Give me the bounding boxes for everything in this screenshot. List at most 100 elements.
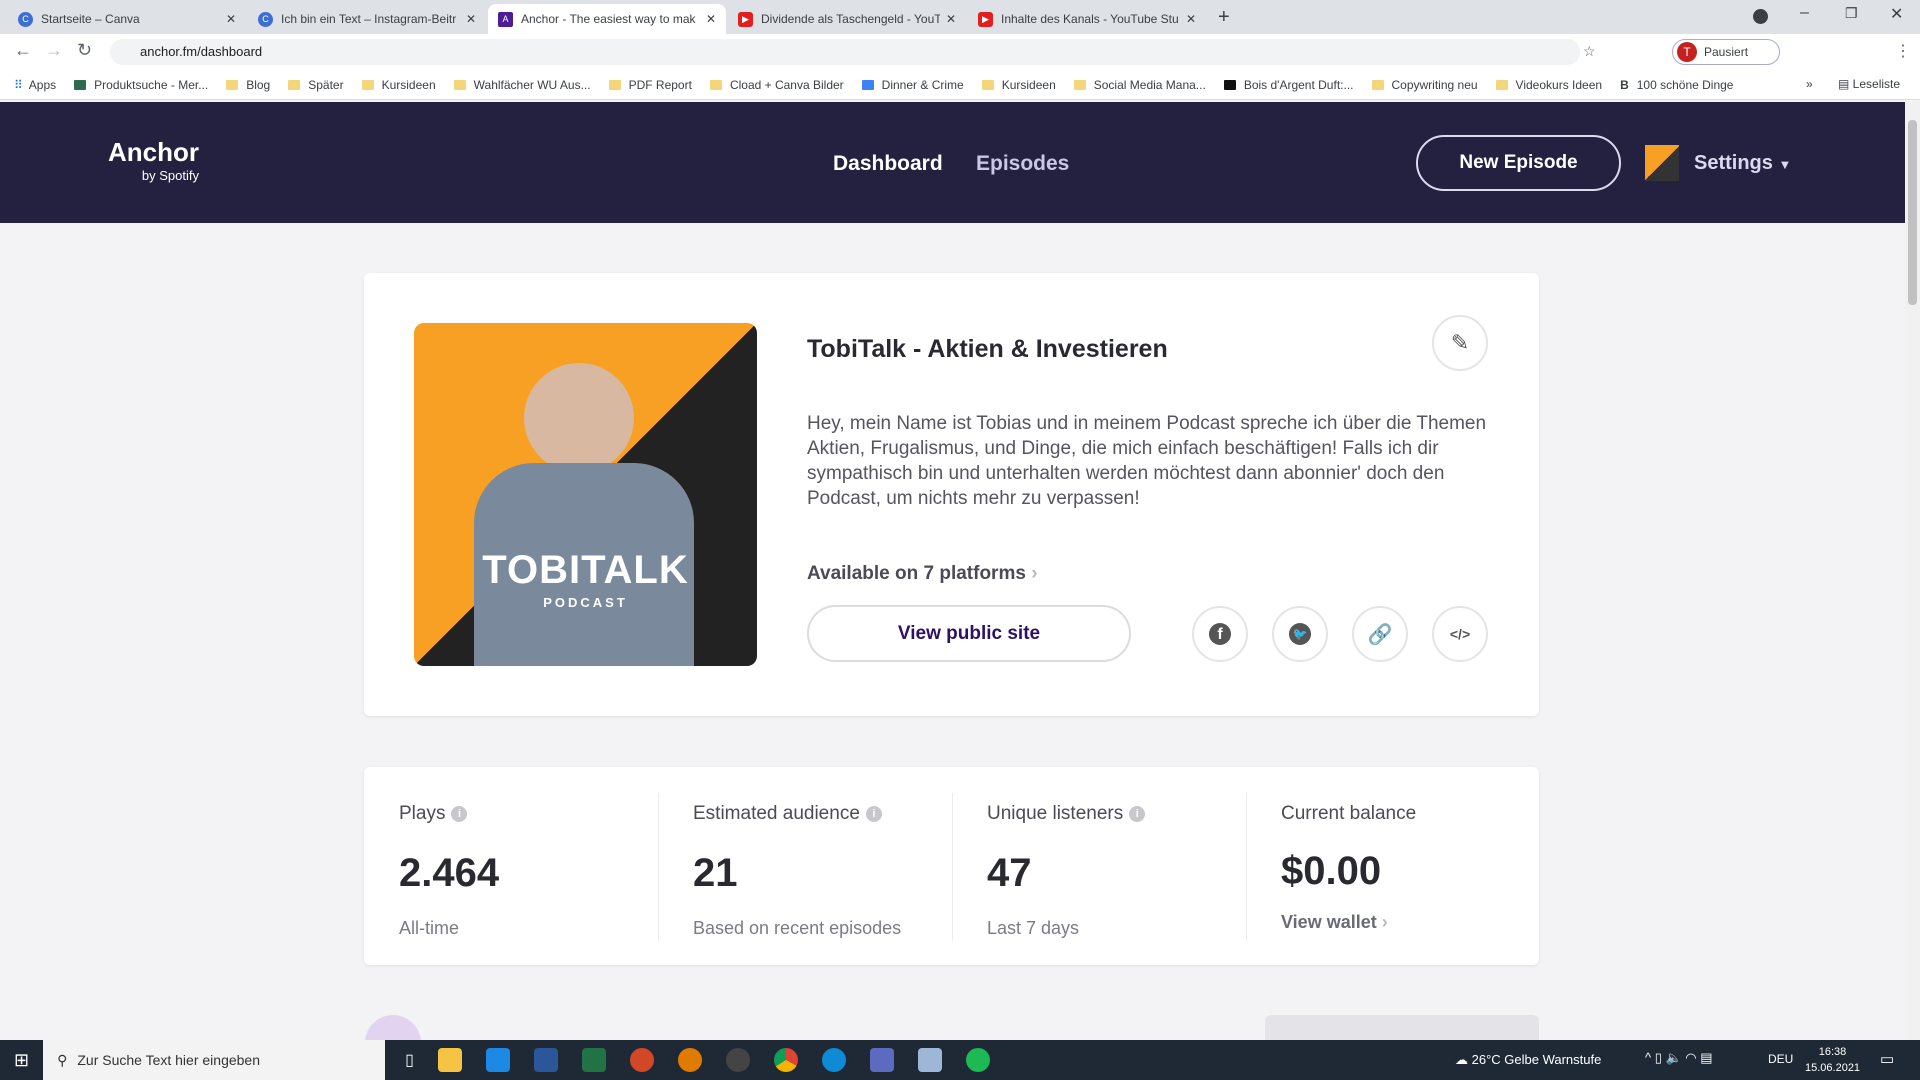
close-window-icon[interactable]: ✕ [1890, 4, 1903, 24]
profile-button[interactable]: Pausiert [1672, 39, 1780, 65]
bookmark[interactable]: Videokurs Ideen [1495, 78, 1602, 92]
code-icon: </> [1449, 626, 1471, 642]
tab-youtube-dividende[interactable]: ▶ Dividende als Taschengeld - YouT ✕ [728, 4, 966, 34]
menu-icon[interactable]: ⋮ [1895, 41, 1911, 61]
share-twitter-button[interactable]: 🐦 [1272, 606, 1328, 662]
bookmark-apps[interactable]: ⠿ Apps [14, 78, 56, 92]
close-tab-icon[interactable]: ✕ [1186, 12, 1196, 26]
settings-menu[interactable]: Settings ▼ [1694, 152, 1791, 175]
anchor-logo[interactable]: Anchor by Spotify [108, 137, 199, 183]
edit-button[interactable]: ✎ [1432, 315, 1488, 371]
stat-value: $0.00 [1281, 849, 1382, 893]
bookmark[interactable]: Dinner & Crime [861, 78, 964, 92]
weather-widget[interactable]: ☁ 26°C Gelbe Warnstufe [1455, 1052, 1601, 1068]
cover-person-head [524, 363, 634, 473]
view-public-site-button[interactable]: View public site [807, 605, 1131, 662]
cover-subtitle: PODCAST [543, 595, 628, 610]
embed-button[interactable]: </> [1432, 606, 1488, 662]
mail-icon[interactable] [485, 1048, 510, 1072]
restore-icon[interactable]: ❐ [1845, 5, 1858, 22]
nav-dashboard[interactable]: Dashboard [833, 152, 943, 176]
reading-list-button[interactable]: ▤ Leseliste [1838, 77, 1900, 91]
anchor-icon: A [498, 11, 513, 27]
close-tab-icon[interactable]: ✕ [946, 12, 956, 26]
bookmark[interactable]: Bois d'Argent Duft:... [1223, 78, 1354, 92]
spotify-icon[interactable] [965, 1048, 990, 1072]
bookmark-label: Blog [246, 77, 271, 92]
url-bar[interactable]: anchor.fm/dashboard [110, 39, 1580, 65]
platforms-link[interactable]: Available on 7 platforms › [807, 563, 1038, 585]
windows-start-icon[interactable]: ⊞ [14, 1050, 29, 1071]
tab-youtube-studio[interactable]: ▶ Inhalte des Kanals - YouTube Stu ✕ [968, 4, 1206, 34]
weather-label: 26°C Gelbe Warnstufe [1471, 1052, 1602, 1067]
bookmark[interactable]: Kursideen [981, 78, 1056, 92]
info-icon[interactable]: i [865, 806, 882, 822]
minimize-icon[interactable]: – [1800, 4, 1809, 22]
notifications-icon[interactable]: ▭ [1880, 1050, 1894, 1068]
tab-canva-home[interactable]: C Startseite – Canva ✕ [8, 4, 246, 34]
bookmark[interactable]: Social Media Mana... [1073, 78, 1206, 92]
reading-list-label: Leseliste [1852, 77, 1901, 91]
powerpoint-icon[interactable] [629, 1048, 654, 1072]
bookmark[interactable]: PDF Report [608, 78, 692, 92]
scrollbar-thumb[interactable] [1908, 120, 1917, 305]
stat-sublabel: Last 7 days [987, 918, 1080, 938]
bookmark-label: Später [308, 77, 344, 92]
info-icon[interactable]: i [451, 806, 468, 822]
share-facebook-button[interactable]: f [1192, 606, 1248, 662]
facebook-icon: f [1209, 623, 1231, 645]
reload-icon[interactable]: ↻ [77, 40, 92, 61]
bookmark-star-icon[interactable]: ☆ [1583, 43, 1596, 60]
bookmark-label: Copywriting neu [1391, 77, 1478, 92]
tab-search-icon[interactable] [1753, 9, 1768, 24]
bookmark[interactable]: Wahlfächer WU Aus... [453, 78, 591, 92]
stat-sublabel: Based on recent episodes [693, 918, 902, 938]
bookmark[interactable]: Produktsuche - Mer... [74, 78, 208, 92]
platforms-label: Available on 7 platforms [807, 563, 1026, 584]
page-scrollbar[interactable] [1905, 102, 1920, 1040]
copy-link-button[interactable]: 🔗 [1352, 606, 1408, 662]
canva-icon: C [258, 11, 273, 27]
chrome-icon[interactable] [773, 1048, 798, 1072]
close-tab-icon[interactable]: ✕ [466, 12, 476, 26]
podcast-description: Hey, mein Name ist Tobias und in meinem … [807, 413, 1487, 509]
taskbar-search-placeholder: Zur Suche Text hier eingeben [77, 1052, 260, 1068]
link-icon: 🔗 [1367, 623, 1393, 646]
new-tab-button[interactable]: + [1218, 6, 1230, 29]
task-view-icon[interactable]: ▯ [405, 1050, 414, 1070]
back-icon[interactable]: ← [14, 40, 32, 61]
edge-icon[interactable] [821, 1048, 846, 1072]
chevron-right-icon: › [1031, 563, 1038, 584]
avatar[interactable] [1645, 145, 1679, 181]
obs-icon[interactable] [725, 1048, 750, 1072]
bookmark[interactable]: Cload + Canva Bilder [709, 78, 844, 92]
forward-icon[interactable]: → [45, 40, 63, 61]
app-icon[interactable] [917, 1048, 942, 1072]
podcast-cover-image: TOBITALK PODCAST [414, 323, 757, 666]
language-indicator[interactable]: DEU [1768, 1052, 1793, 1066]
info-icon[interactable]: i [1129, 806, 1146, 822]
tab-canva-instagram[interactable]: C Ich bin ein Text – Instagram-Beitr ✕ [248, 4, 486, 34]
file-explorer-icon[interactable] [437, 1048, 462, 1072]
nav-episodes[interactable]: Episodes [976, 152, 1069, 176]
bookmark[interactable]: Später [288, 77, 344, 92]
view-wallet-link[interactable]: View wallet › [1281, 912, 1540, 933]
app-icon[interactable] [677, 1048, 702, 1072]
bookmark[interactable]: B 100 schöne Dinge [1620, 78, 1733, 92]
close-tab-icon[interactable]: ✕ [226, 12, 236, 26]
bookmark-label: Produktsuche - Mer... [94, 77, 209, 92]
close-tab-icon[interactable]: ✕ [706, 12, 716, 26]
site-icon [74, 79, 87, 90]
tab-anchor[interactable]: A Anchor - The easiest way to mak ✕ [488, 4, 726, 34]
system-tray-icons[interactable]: ^ ▯ 🔈 ◠ ▤ [1645, 1050, 1713, 1066]
bookmark[interactable]: Kursideen [361, 78, 436, 92]
clock[interactable]: 16:38 15.06.2021 [1805, 1044, 1860, 1076]
bookmark[interactable]: Copywriting neu [1371, 77, 1478, 92]
excel-icon[interactable] [581, 1048, 606, 1072]
app-icon[interactable] [869, 1048, 894, 1072]
bookmark[interactable]: Blog [226, 78, 270, 92]
more-bookmarks-button[interactable]: » [1806, 77, 1813, 91]
taskbar-search[interactable]: ⚲ Zur Suche Text hier eingeben [43, 1040, 386, 1080]
word-icon[interactable] [533, 1048, 558, 1072]
new-episode-button[interactable]: New Episode [1416, 135, 1621, 191]
